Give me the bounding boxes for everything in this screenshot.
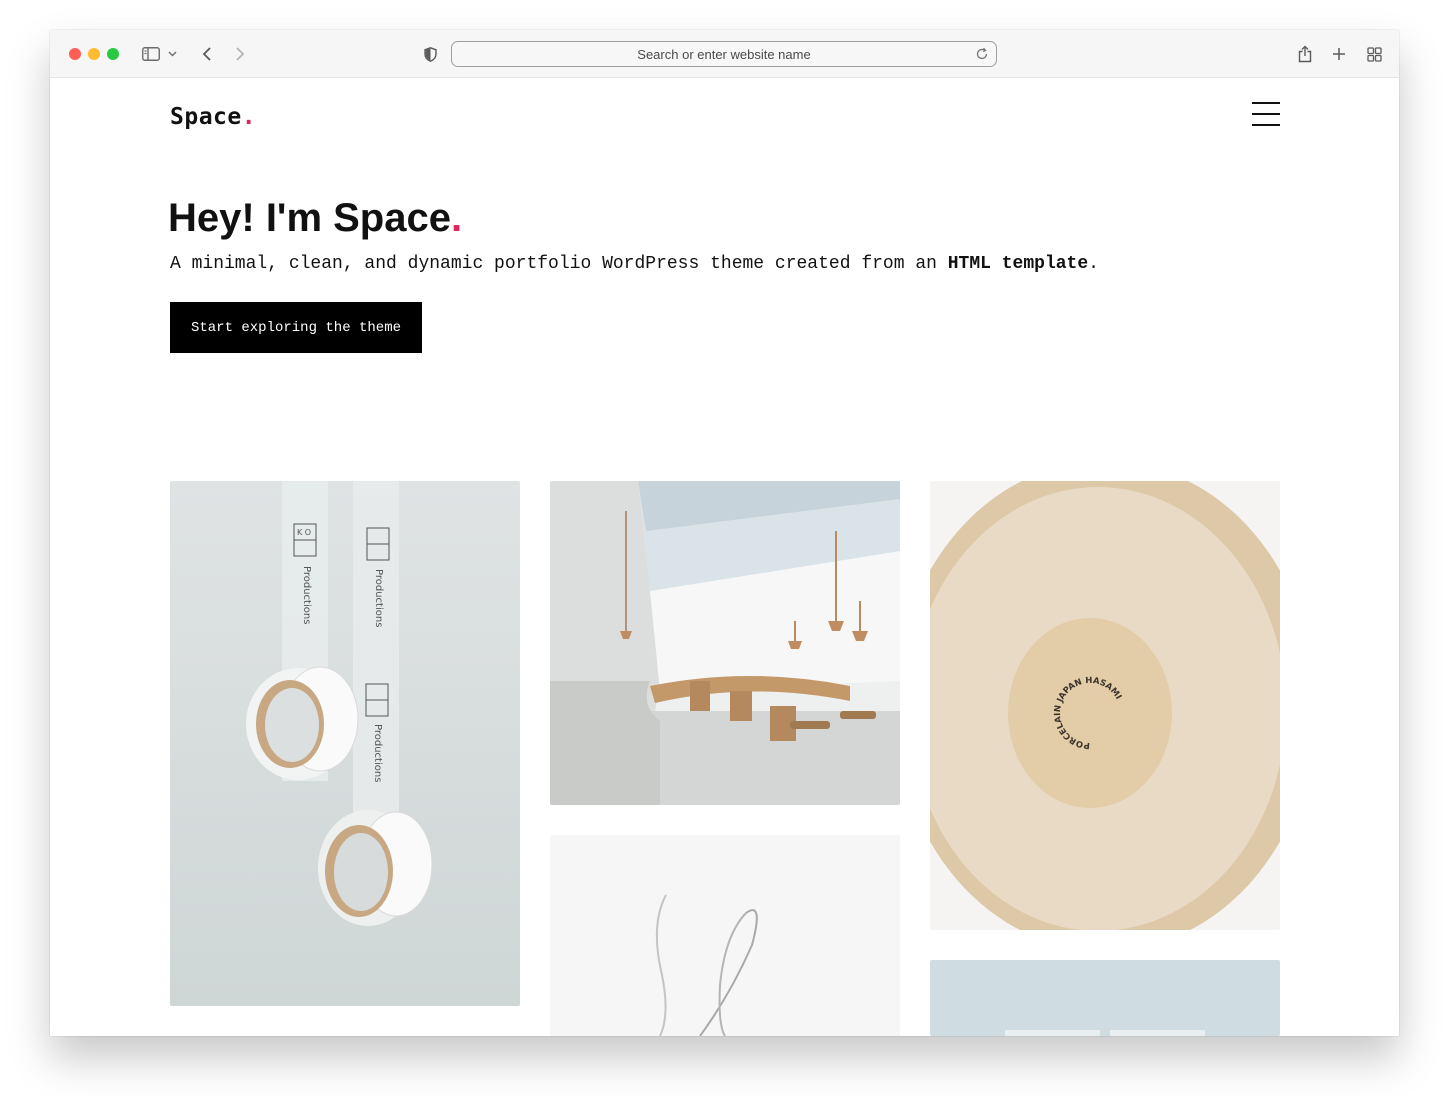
tape-label-3: Productions [372, 724, 383, 782]
zoom-window-button[interactable] [107, 48, 119, 60]
tape-image: K O Productions Productions Productions [170, 481, 520, 1006]
hero-subtitle-text: A minimal, clean, and dynamic portfolio … [170, 254, 948, 274]
hero-title-prefix: Hey! I'm [168, 196, 334, 240]
hero-subtitle-end: . [1088, 254, 1099, 274]
portfolio-item-wire[interactable] [550, 835, 900, 1036]
tape-label-2: Productions [373, 569, 384, 627]
sidebar-toggle-icon[interactable] [141, 44, 161, 64]
portfolio-item-plate[interactable]: PORCELAIN JAPAN HASAMI [930, 481, 1280, 930]
privacy-shield-icon[interactable] [420, 44, 440, 64]
hero-subtitle: A minimal, clean, and dynamic portfolio … [170, 254, 1099, 274]
site-logo-text: Space [170, 104, 242, 130]
chevron-down-icon[interactable] [166, 44, 178, 64]
tape-label-1: Productions [301, 566, 312, 624]
hero-title-name: Space [333, 196, 451, 240]
plate-image: PORCELAIN JAPAN HASAMI [930, 481, 1280, 930]
portfolio-item-tape[interactable]: K O Productions Productions Productions [170, 481, 520, 1006]
interior-image [550, 481, 900, 805]
tab-overview-icon[interactable] [1364, 44, 1384, 64]
address-bar[interactable]: Search or enter website name [451, 41, 997, 67]
menu-hamburger-icon[interactable] [1252, 102, 1280, 128]
tape-brand-label: K O [297, 528, 311, 537]
browser-window: Search or enter website name Space. Hey!… [50, 30, 1399, 1036]
address-bar-placeholder: Search or enter website name [637, 47, 811, 62]
site-logo-dot: . [241, 104, 257, 130]
back-arrow-icon[interactable] [197, 44, 217, 64]
page-content: Space. Hey! I'm Space. A minimal, clean,… [50, 78, 1399, 1036]
new-tab-plus-icon[interactable] [1329, 44, 1349, 64]
start-exploring-button[interactable]: Start exploring the theme [170, 302, 422, 353]
hero-subtitle-bold: HTML template [947, 254, 1089, 274]
hero-title: Hey! I'm Space. [168, 196, 462, 241]
reload-icon[interactable] [974, 46, 990, 62]
portfolio-item-sky[interactable] [930, 960, 1280, 1036]
close-window-button[interactable] [69, 48, 81, 60]
minimize-window-button[interactable] [88, 48, 100, 60]
sky-image [930, 960, 1280, 1036]
browser-toolbar: Search or enter website name [50, 30, 1399, 78]
portfolio-item-interior[interactable] [550, 481, 900, 805]
share-icon[interactable] [1295, 44, 1315, 64]
site-logo[interactable]: Space. [170, 104, 256, 130]
wire-image [550, 835, 900, 1036]
hero-title-dot: . [450, 196, 463, 240]
forward-arrow-icon[interactable] [230, 44, 250, 64]
